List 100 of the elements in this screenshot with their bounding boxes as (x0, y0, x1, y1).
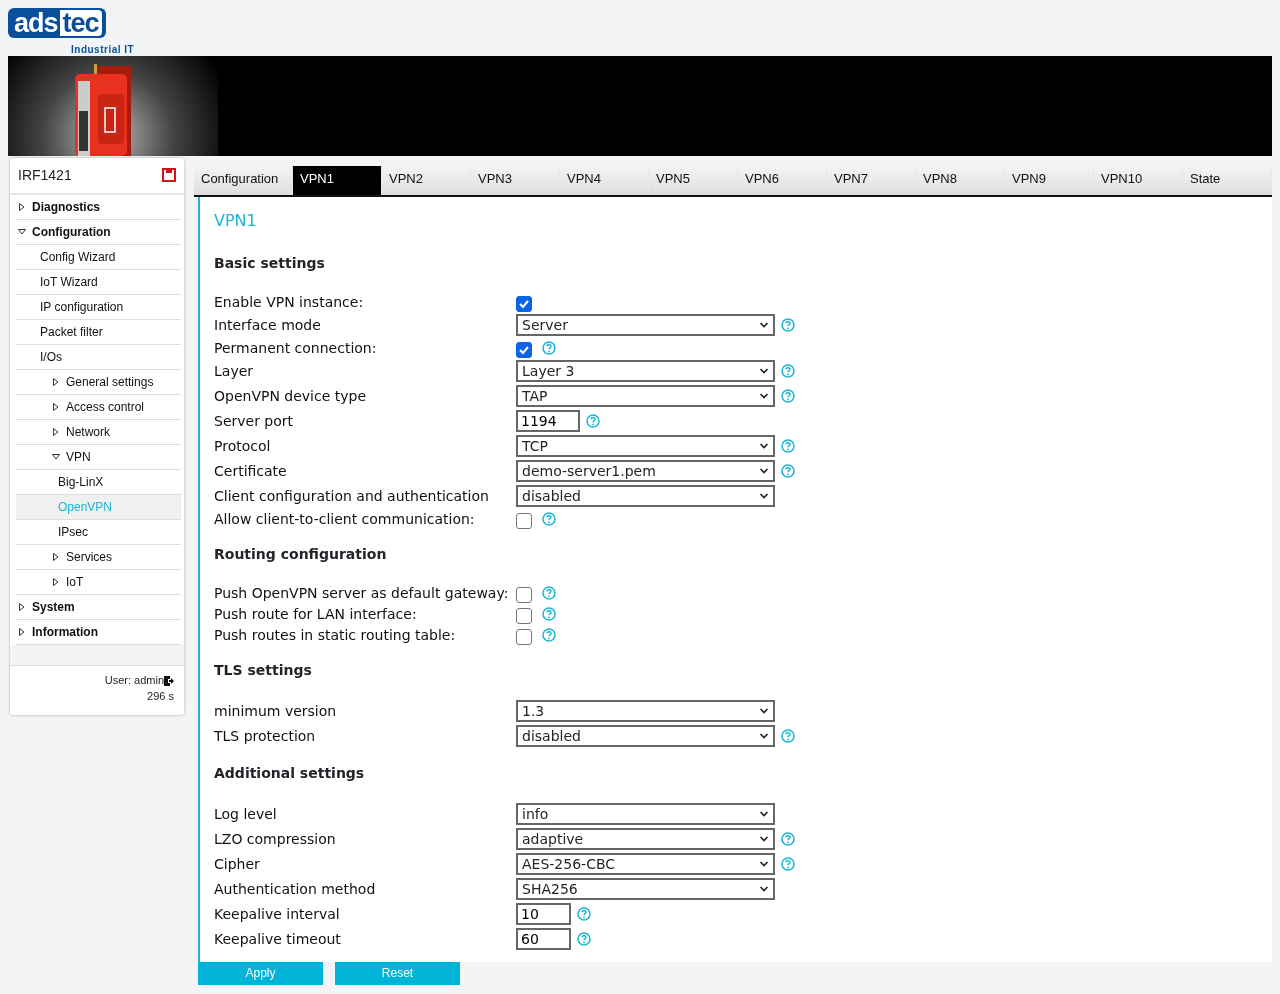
logout-icon[interactable] (164, 675, 174, 686)
tab[interactable]: VPN6 (738, 165, 827, 195)
device-name: IRF1421 (18, 165, 72, 185)
field-label: Enable VPN instance: (214, 292, 365, 312)
caret-right-icon (52, 427, 60, 436)
help-icon[interactable] (781, 832, 795, 846)
caret-right-icon (52, 402, 60, 411)
dropdown[interactable]: TAP (516, 385, 775, 407)
field-label: LZO compression (214, 829, 337, 849)
help-icon[interactable] (577, 932, 591, 946)
chevron-down-icon (759, 885, 769, 893)
field-label: Certificate (214, 461, 288, 481)
session-timer[interactable]: 296 s (147, 690, 174, 702)
sidebar-item[interactable]: Diagnostics (16, 194, 181, 220)
tab[interactable]: VPN5 (649, 165, 738, 195)
field-label: Protocol (214, 436, 272, 456)
dropdown[interactable]: info (516, 803, 775, 825)
input-field[interactable]: 1194 (516, 410, 580, 432)
sidebar-item[interactable]: Configuration (16, 219, 181, 245)
help-icon[interactable] (781, 364, 795, 378)
field-label: Client configuration and authentication (214, 486, 490, 506)
field-label: Push OpenVPN server as default gateway: (214, 583, 510, 603)
dropdown[interactable]: disabled (516, 485, 775, 507)
field-label: Push routes in static routing table: (214, 625, 457, 645)
help-icon[interactable] (781, 389, 795, 403)
section-title: TLS settings (214, 660, 313, 680)
chevron-down-icon (759, 492, 769, 500)
sidebar-item[interactable]: General settings (16, 369, 181, 395)
tab[interactable]: State (1183, 165, 1272, 195)
help-icon[interactable] (542, 512, 556, 526)
dropdown[interactable]: disabled (516, 725, 775, 747)
checkbox[interactable] (516, 296, 532, 312)
tab[interactable]: VPN8 (916, 165, 1005, 195)
dropdown[interactable]: demo-server1.pem (516, 460, 775, 482)
dropdown[interactable]: TCP (516, 435, 775, 457)
help-icon[interactable] (542, 628, 556, 642)
section-title: Basic settings (214, 253, 326, 273)
input-field[interactable]: 60 (516, 928, 571, 950)
help-icon[interactable] (781, 318, 795, 332)
checkbox[interactable] (516, 587, 532, 603)
checkbox[interactable] (516, 513, 532, 529)
sidebar-item[interactable]: System (16, 594, 181, 620)
field-label: Authentication method (214, 879, 377, 899)
help-icon[interactable] (577, 907, 591, 921)
help-icon[interactable] (781, 857, 795, 871)
sidebar-item[interactable]: Information (16, 619, 181, 645)
sidebar-item[interactable]: Access control (16, 394, 181, 420)
save-icon[interactable] (162, 168, 176, 182)
checkbox[interactable] (516, 608, 532, 624)
field-label: Keepalive timeout (214, 929, 342, 949)
chevron-down-icon (759, 467, 769, 475)
sidebar-item[interactable]: Packet filter (16, 319, 181, 345)
help-icon[interactable] (781, 464, 795, 478)
dropdown[interactable]: SHA256 (516, 878, 775, 900)
chevron-down-icon (759, 810, 769, 818)
chevron-down-icon (759, 707, 769, 715)
help-icon[interactable] (586, 414, 600, 428)
help-icon[interactable] (781, 439, 795, 453)
user-link[interactable]: User: admin (104, 673, 164, 686)
caret-down-icon (18, 227, 26, 236)
tab[interactable]: VPN2 (382, 165, 471, 195)
sidebar-item[interactable]: Network (16, 419, 181, 445)
checkbox[interactable] (516, 342, 532, 358)
logo-tagline: Industrial IT (71, 42, 136, 56)
field-label: TLS protection (214, 726, 317, 746)
sidebar-item[interactable]: IPsec (16, 519, 181, 545)
dropdown[interactable]: adaptive (516, 828, 775, 850)
sidebar-item[interactable]: IoT (16, 569, 181, 595)
caret-right-icon (18, 627, 26, 636)
section-title: Additional settings (214, 763, 366, 783)
sidebar-item[interactable]: Services (16, 544, 181, 570)
sidebar-item[interactable]: VPN (16, 444, 181, 470)
help-icon[interactable] (781, 729, 795, 743)
dropdown[interactable]: Server (516, 314, 775, 336)
field-label: Server port (214, 411, 295, 431)
help-icon[interactable] (542, 607, 556, 621)
tab[interactable]: VPN1 (293, 165, 382, 195)
caret-right-icon (18, 202, 26, 211)
help-icon[interactable] (542, 586, 556, 600)
dropdown[interactable]: 1.3 (516, 700, 775, 722)
help-icon[interactable] (542, 341, 556, 355)
field-label: Permanent connection: (214, 338, 378, 358)
page-title: VPN1 (214, 209, 258, 232)
tab[interactable]: VPN4 (560, 165, 649, 195)
tab[interactable]: VPN3 (471, 165, 560, 195)
sidebar-item[interactable]: I/Os (16, 344, 181, 370)
sidebar-item[interactable]: IoT Wizard (16, 269, 181, 295)
input-field[interactable]: 10 (516, 903, 571, 925)
sidebar-item[interactable]: Big-LinX (16, 469, 181, 495)
sidebar-item[interactable]: Config Wizard (16, 244, 181, 270)
tab[interactable]: VPN9 (1005, 165, 1094, 195)
section-title: Routing configuration (214, 544, 388, 564)
chevron-down-icon (759, 392, 769, 400)
sidebar-item[interactable]: IP configuration (16, 294, 181, 320)
dropdown[interactable]: AES-256-CBC (516, 853, 775, 875)
checkbox[interactable] (516, 629, 532, 645)
field-label: Interface mode (214, 315, 322, 335)
dropdown[interactable]: Layer 3 (516, 360, 775, 382)
tab[interactable]: VPN7 (827, 165, 916, 195)
tab[interactable]: VPN10 (1094, 165, 1183, 195)
